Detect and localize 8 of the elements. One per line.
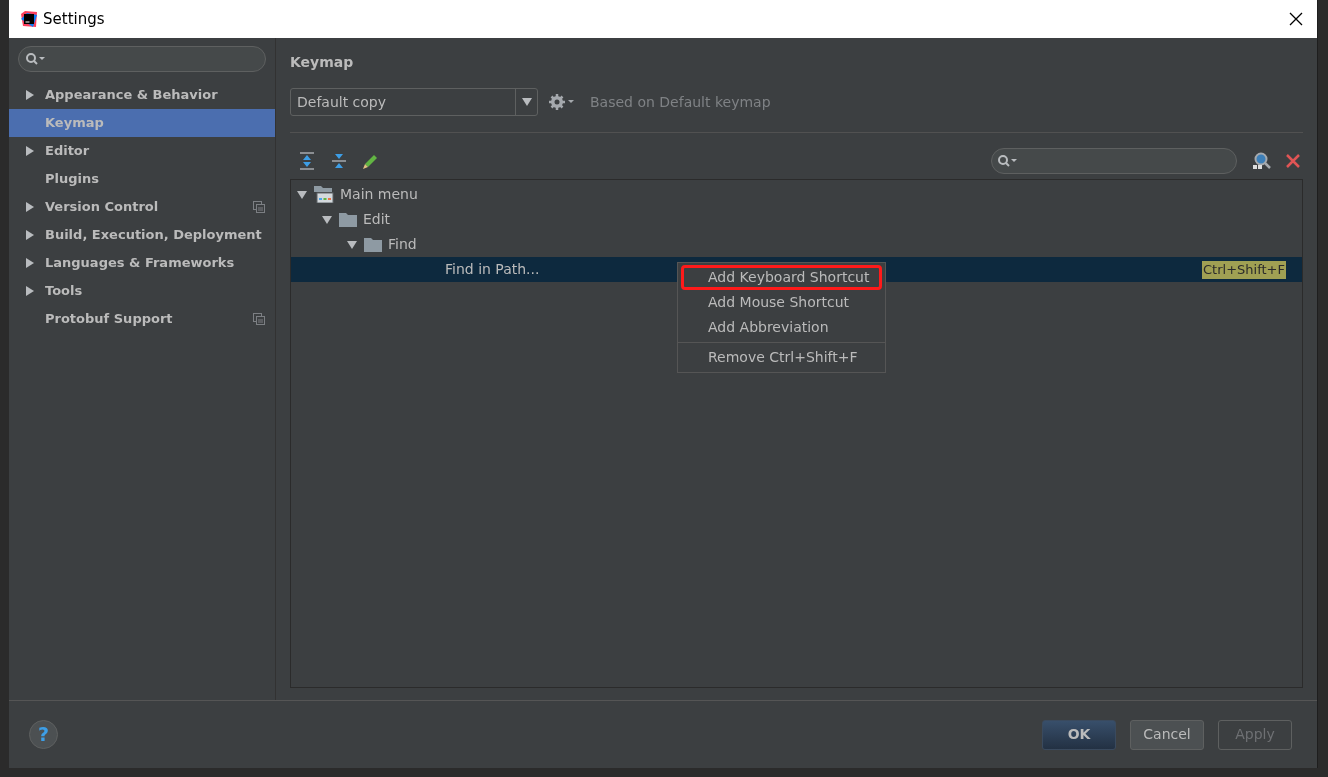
tree-label: Main menu	[340, 185, 418, 204]
based-on-label: Based on Default keymap	[590, 92, 771, 112]
window-title: Settings	[43, 8, 105, 30]
tree-label: Find	[388, 235, 417, 254]
tree-label: Edit	[363, 210, 391, 229]
tree-label: Find in Path...	[445, 260, 540, 279]
shortcut-badge: Ctrl+Shift+F	[1202, 260, 1286, 279]
panel-title: Keymap	[290, 53, 355, 72]
